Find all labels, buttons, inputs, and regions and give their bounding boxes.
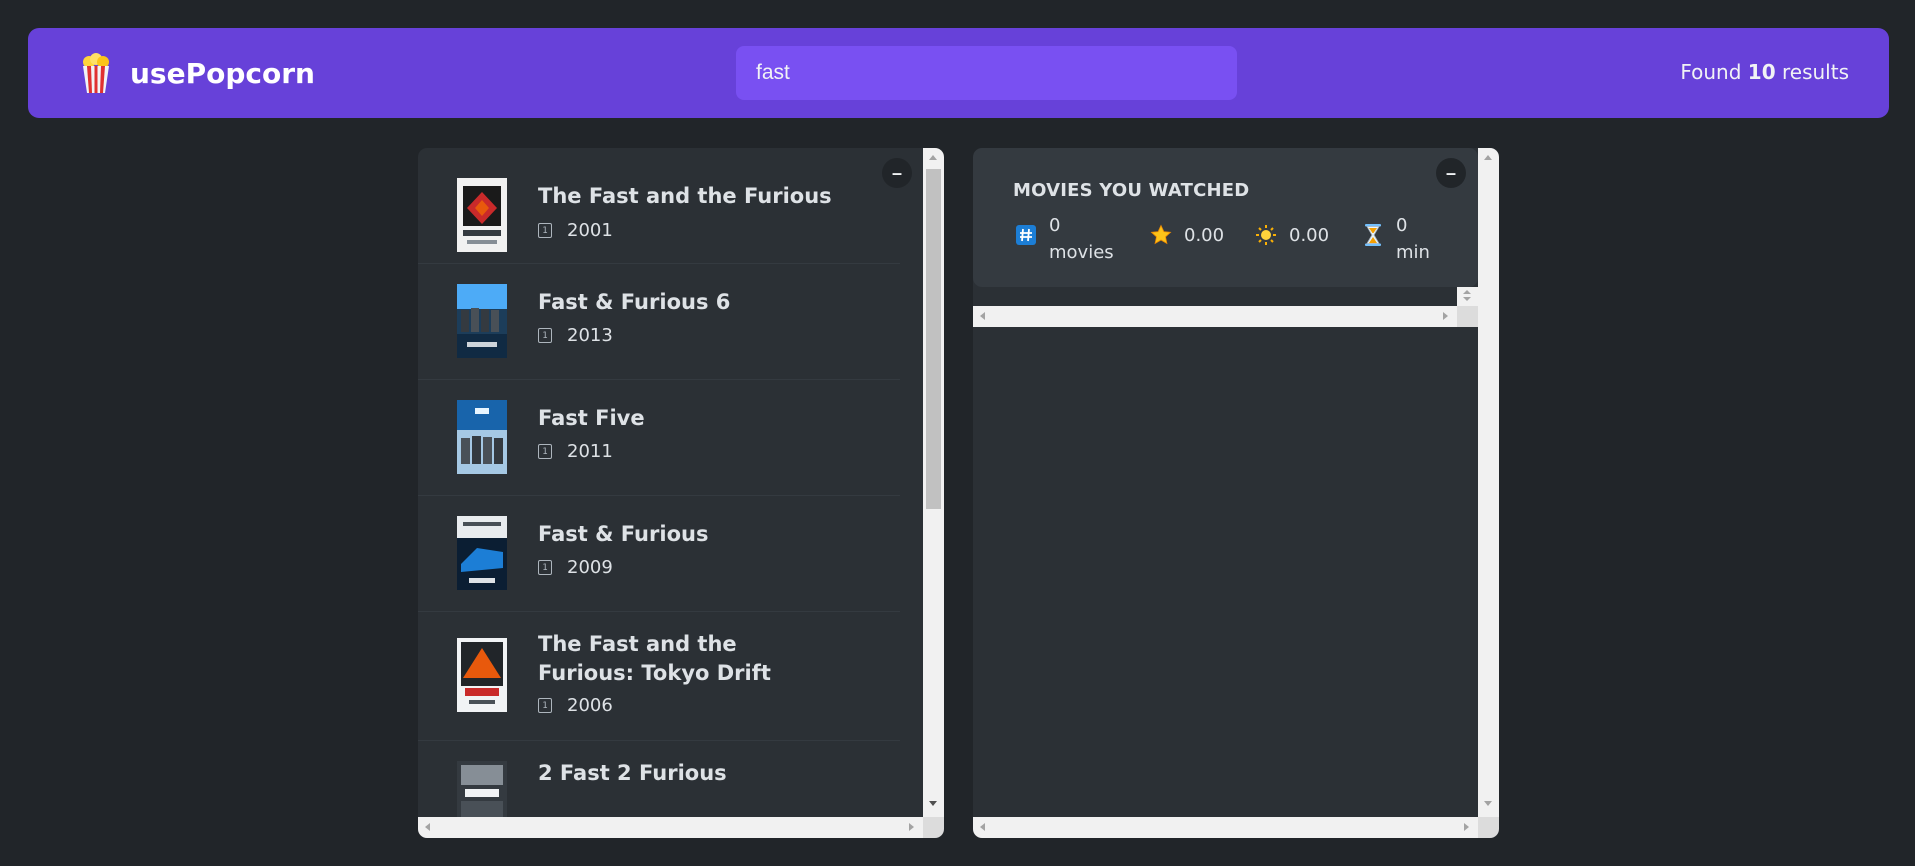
scroll-down-arrow-icon[interactable]	[929, 801, 937, 806]
results-suffix: results	[1781, 60, 1849, 84]
movie-list: The Fast and the Furious 1 2001 Fast & F…	[418, 148, 900, 817]
search-results-box: – The Fast and the Furious 1 2001 Fast &…	[418, 148, 944, 838]
movie-year: 1 2013	[538, 325, 613, 346]
movie-item[interactable]: The Fast and the Furious: Tokyo Drift 1 …	[418, 612, 900, 741]
stat-imdb-rating: 0.00	[1150, 212, 1224, 249]
movie-year: 1 2006	[538, 695, 613, 716]
sun-icon	[1255, 224, 1277, 246]
movie-year-text: 2013	[567, 325, 613, 346]
scroll-down-arrow-icon[interactable]	[1484, 801, 1492, 806]
movie-title: 2 Fast 2 Furious	[538, 761, 727, 785]
scroll-right-arrow-icon[interactable]	[1464, 823, 1469, 831]
scroll-corner	[1457, 306, 1478, 327]
stat-movies-text: 0 movies	[1049, 212, 1114, 266]
stat-user-rating: 0.00	[1255, 212, 1329, 249]
runtime-value: 0	[1396, 215, 1408, 236]
hash-icon	[1015, 224, 1037, 246]
scroll-left-arrow-icon[interactable]	[980, 312, 985, 320]
results-vertical-scrollbar[interactable]	[923, 148, 944, 817]
scroll-corner	[923, 817, 944, 838]
movie-title: Fast & Furious 6	[538, 290, 731, 314]
movie-item[interactable]: The Fast and the Furious 1 2001	[418, 148, 900, 264]
imdb-rating-value: 0.00	[1184, 225, 1225, 246]
results-count: Found 10 results	[1680, 60, 1849, 84]
movie-poster	[457, 178, 507, 252]
scroll-left-arrow-icon[interactable]	[980, 823, 985, 831]
movie-item[interactable]: Fast Five 1 2011	[418, 380, 900, 496]
movie-poster	[457, 761, 507, 817]
movie-year-text: 2001	[567, 220, 613, 241]
movie-year: 1 2011	[538, 441, 613, 462]
logo-text: usePopcorn	[130, 56, 315, 90]
hourglass-icon	[1362, 224, 1384, 246]
runtime-unit: min	[1396, 242, 1430, 263]
movie-year-text: 2006	[567, 695, 613, 716]
watched-vertical-scrollbar[interactable]	[1478, 148, 1499, 817]
stat-runtime-text: 0 min	[1396, 212, 1430, 266]
collapse-results-button[interactable]: –	[882, 158, 912, 188]
summary-horizontal-scrollbar[interactable]	[973, 306, 1457, 327]
movies-label: movies	[1049, 242, 1114, 263]
movie-year: 1 2009	[538, 557, 613, 578]
scroll-thumb[interactable]	[926, 169, 941, 509]
calendar-icon: 1	[538, 444, 552, 459]
movie-item[interactable]: Fast & Furious 1 2009	[418, 496, 900, 612]
scroll-up-arrow-icon[interactable]	[929, 155, 937, 160]
scroll-right-arrow-icon[interactable]	[909, 823, 914, 831]
watched-summary: Movies you watched 0 movies 0.00	[973, 148, 1478, 287]
stat-movies: 0 movies	[1015, 212, 1114, 266]
collapse-watched-button[interactable]: –	[1436, 158, 1466, 188]
scroll-right-arrow-icon[interactable]	[1443, 312, 1448, 320]
popcorn-icon	[80, 53, 112, 93]
summary-heading: Movies you watched	[1013, 180, 1250, 201]
movie-year-text: 2009	[567, 557, 613, 578]
movie-title: The Fast and the Furious: Tokyo Drift	[538, 632, 771, 685]
movie-poster	[457, 400, 507, 474]
scroll-down-arrow-icon[interactable]	[1463, 297, 1471, 301]
search-input[interactable]	[736, 46, 1237, 100]
movie-poster	[457, 284, 507, 358]
scroll-left-arrow-icon[interactable]	[425, 823, 430, 831]
stat-runtime: 0 min	[1362, 212, 1430, 266]
results-prefix: Found	[1680, 60, 1742, 84]
user-rating-value: 0.00	[1289, 225, 1330, 246]
movies-count: 0	[1049, 215, 1061, 236]
scroll-up-arrow-icon[interactable]	[1463, 290, 1471, 294]
movie-title: Fast & Furious	[538, 522, 709, 546]
results-number: 10	[1747, 60, 1776, 84]
movie-title: Fast Five	[538, 406, 645, 430]
results-horizontal-scrollbar[interactable]	[418, 817, 923, 838]
calendar-icon: 1	[538, 223, 552, 238]
calendar-icon: 1	[538, 328, 552, 343]
watched-box: – Movies you watched 0 movies 0.00	[973, 148, 1499, 838]
scroll-corner	[1478, 817, 1499, 838]
movie-year: 1 2001	[538, 220, 613, 241]
scroll-up-arrow-icon[interactable]	[1484, 155, 1492, 160]
star-icon	[1150, 224, 1172, 246]
nav-bar: usePopcorn Found 10 results	[28, 28, 1889, 118]
logo: usePopcorn	[80, 53, 315, 93]
movie-title: The Fast and the Furious	[538, 184, 832, 208]
calendar-icon: 1	[538, 698, 552, 713]
movie-item[interactable]: 2 Fast 2 Furious	[418, 741, 900, 817]
summary-vertical-scrollbar[interactable]	[1457, 287, 1478, 306]
movie-item[interactable]: Fast & Furious 6 1 2013	[418, 264, 900, 380]
movie-poster	[457, 516, 507, 590]
movie-year-text: 2011	[567, 441, 613, 462]
movie-poster	[457, 638, 507, 712]
calendar-icon: 1	[538, 560, 552, 575]
watched-horizontal-scrollbar[interactable]	[973, 817, 1478, 838]
